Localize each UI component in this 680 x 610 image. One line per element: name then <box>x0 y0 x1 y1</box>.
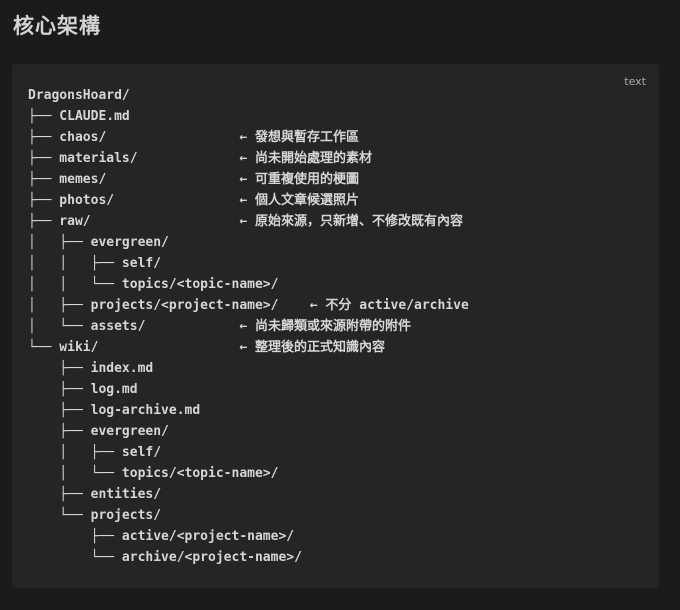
page-heading: 核心架構 <box>13 14 101 38</box>
tree-line: ├── chaos/ ← 發想與暫存工作區 <box>28 130 359 145</box>
tree-line: │ │ └── topics/<topic-name>/ <box>28 277 279 292</box>
tree-line: │ └── topics/<topic-name>/ <box>28 466 279 481</box>
tree-line: ├── log-archive.md <box>28 403 201 418</box>
tree-line: ├── active/<project-name>/ <box>28 529 295 544</box>
directory-tree[interactable]: DragonsHoard/ ├── CLAUDE.md ├── chaos/ ← 發… <box>28 85 469 568</box>
tree-line: DragonsHoard/ <box>28 88 130 103</box>
tree-line: └── projects/ <box>28 508 162 523</box>
tree-line: │ └── assets/ ← 尚未歸類或來源附帶的附件 <box>28 319 411 334</box>
tree-line: │ ├── projects/<project-name>/ ← 不分 acti… <box>28 298 469 313</box>
tree-line: ├── materials/ ← 尚未開始處理的素材 <box>28 151 372 166</box>
tree-line: ├── evergreen/ <box>28 424 169 439</box>
tree-line: │ │ ├── self/ <box>28 256 162 271</box>
tree-line: ├── log.md <box>28 382 138 397</box>
tree-line: ├── entities/ <box>28 487 162 502</box>
code-language-label: text <box>624 75 646 88</box>
tree-line: └── wiki/ ← 整理後的正式知識內容 <box>28 340 385 355</box>
tree-line: ├── index.md <box>28 361 154 376</box>
tree-line: ├── photos/ ← 個人文章候選照片 <box>28 193 359 208</box>
tree-line: │ ├── evergreen/ <box>28 235 169 250</box>
tree-line: ├── CLAUDE.md <box>28 109 130 124</box>
tree-line: │ ├── self/ <box>28 445 162 460</box>
tree-line: ├── memes/ ← 可重複使用的梗圖 <box>28 172 359 187</box>
tree-line: └── archive/<project-name>/ <box>28 550 302 565</box>
code-block-card: text DragonsHoard/ ├── CLAUDE.md ├── chaos… <box>12 64 659 588</box>
tree-line: ├── raw/ ← 原始來源，只新增、不修改既有內容 <box>28 214 463 229</box>
